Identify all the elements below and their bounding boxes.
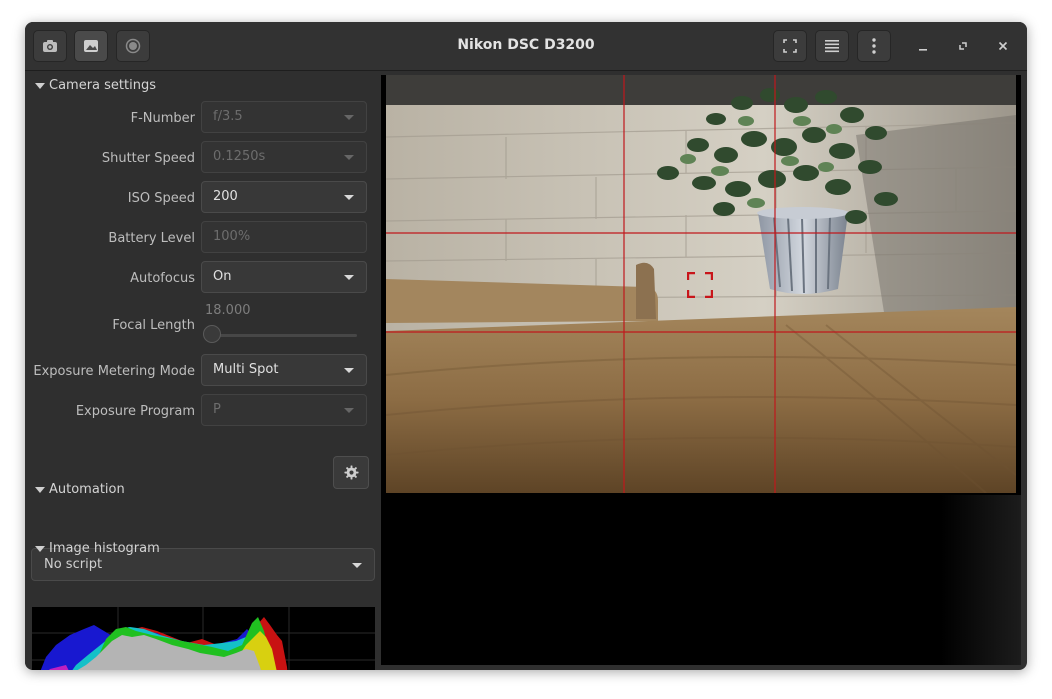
fnumber-select[interactable]: f/3.5 — [201, 101, 367, 133]
restore-icon — [959, 42, 967, 50]
expand-triangle-icon — [35, 545, 45, 552]
dropdown-arrow-icon — [344, 195, 354, 200]
expand-triangle-icon — [35, 82, 45, 89]
dropdown-arrow-icon — [344, 368, 354, 373]
camera-icon — [43, 40, 57, 52]
menu-button[interactable] — [815, 30, 849, 62]
iso-speed-label: ISO Speed — [127, 191, 195, 206]
battery-level-field: 100% — [201, 221, 367, 253]
title-bar: Nikon DSC D3200 — [25, 22, 1027, 71]
more-vertical-icon — [872, 38, 876, 54]
focal-length-value: 18.000 — [205, 303, 251, 318]
focus-point[interactable] — [686, 271, 714, 302]
restore-button[interactable] — [953, 36, 973, 56]
capture-button[interactable] — [33, 30, 67, 62]
dropdown-arrow-icon — [344, 408, 354, 413]
fnumber-label: F-Number — [130, 111, 195, 126]
record-button[interactable] — [116, 30, 150, 62]
menu-lines-icon — [825, 40, 839, 53]
shutter-speed-label: Shutter Speed — [101, 151, 195, 166]
fullscreen-button[interactable] — [773, 30, 807, 62]
histogram-header[interactable]: Image histogram — [35, 541, 160, 556]
close-icon — [998, 41, 1008, 51]
focal-length-label: Focal Length — [112, 318, 195, 333]
dropdown-arrow-icon — [352, 563, 362, 568]
minimize-button[interactable] — [913, 36, 933, 56]
histogram-graph — [32, 607, 375, 670]
preview-button[interactable] — [74, 30, 108, 62]
gear-icon — [343, 465, 359, 480]
focal-length-track[interactable] — [205, 334, 357, 337]
camera-settings-header[interactable]: Camera settings — [35, 78, 156, 93]
automation-header[interactable]: Automation — [35, 482, 125, 497]
camera-preview[interactable] — [381, 75, 1021, 665]
close-button[interactable] — [993, 36, 1013, 56]
sidebar: Camera settings F-Number f/3.5 Shutter S… — [25, 71, 381, 670]
expand-triangle-icon — [35, 486, 45, 493]
dropdown-arrow-icon — [344, 115, 354, 120]
more-options-button[interactable] — [857, 30, 891, 62]
vignette — [941, 495, 1021, 665]
autofocus-select[interactable]: On — [201, 261, 367, 293]
dropdown-arrow-icon — [344, 275, 354, 280]
autofocus-label: Autofocus — [130, 271, 195, 286]
fullscreen-icon — [783, 39, 797, 53]
dropdown-arrow-icon — [344, 155, 354, 160]
record-icon — [125, 38, 141, 54]
metering-mode-label: Exposure Metering Mode — [33, 364, 195, 379]
image-icon — [84, 40, 98, 52]
exposure-program-label: Exposure Program — [75, 404, 195, 419]
iso-speed-select[interactable]: 200 — [201, 181, 367, 213]
battery-level-label: Battery Level — [108, 231, 195, 246]
metering-mode-select[interactable]: Multi Spot — [201, 354, 367, 386]
image-histogram — [32, 607, 375, 670]
app-window: Nikon DSC D3200 Camera settings F-Number… — [25, 22, 1027, 670]
focus-bracket-icon — [686, 271, 714, 299]
focal-length-slider-handle[interactable] — [203, 325, 221, 343]
shutter-speed-select[interactable]: 0.1250s — [201, 141, 367, 173]
minimize-icon — [919, 49, 927, 51]
camera-settings-button[interactable] — [333, 456, 369, 489]
exposure-program-select[interactable]: P — [201, 394, 367, 426]
